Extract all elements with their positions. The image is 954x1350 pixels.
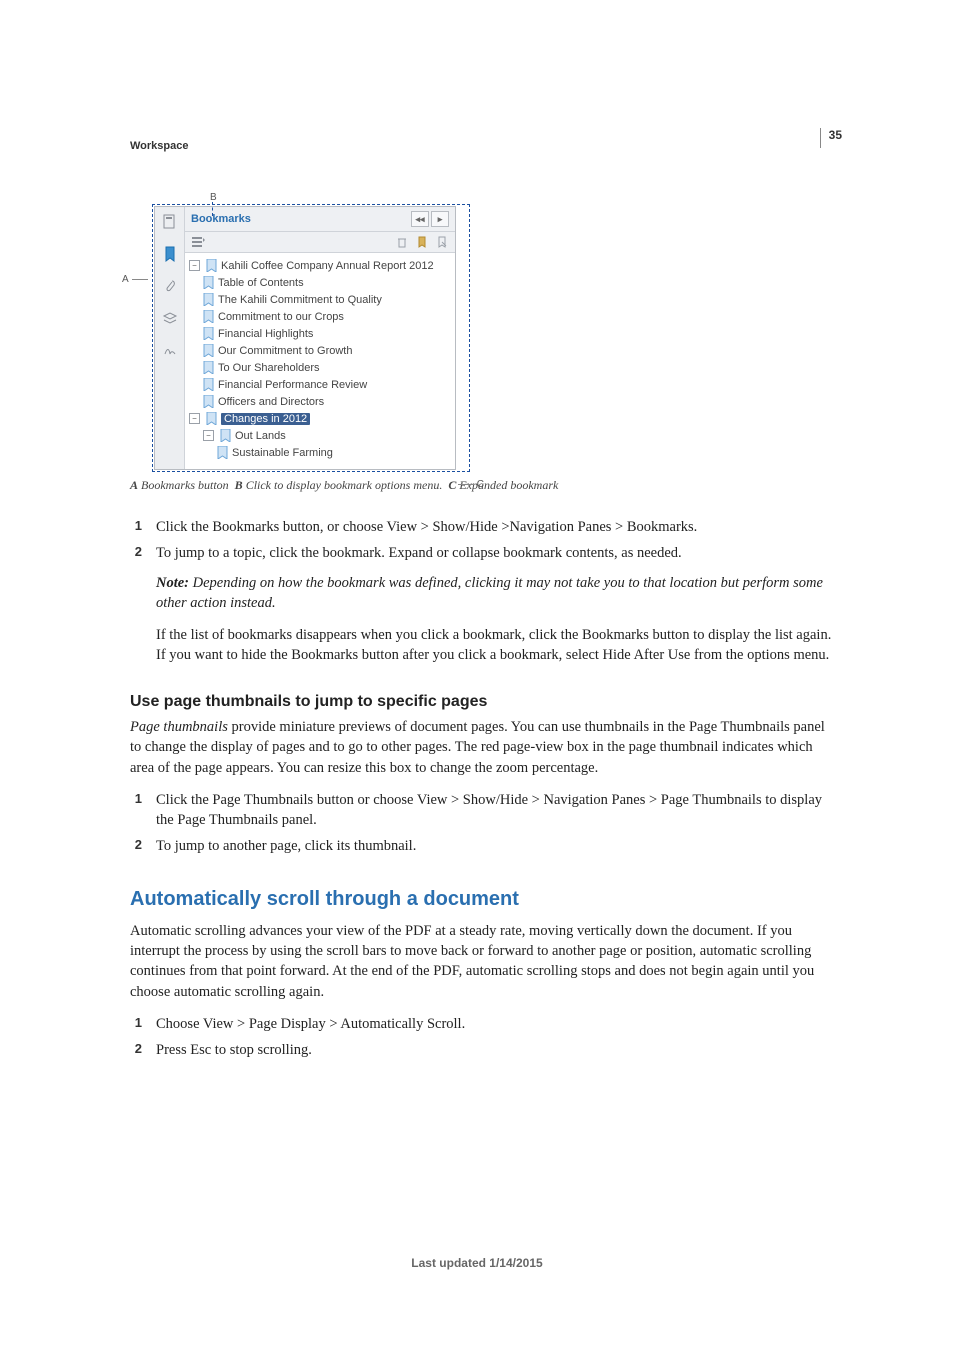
page-thumbnails-icon[interactable] xyxy=(161,213,179,231)
note-label: Note: xyxy=(156,575,189,591)
heading-autoscroll: Automatically scroll through a document xyxy=(130,888,834,911)
options-menu-icon[interactable] xyxy=(191,235,205,249)
step-text: Press Esc to stop scrolling. xyxy=(156,1040,312,1060)
step-number: 1 xyxy=(130,517,142,537)
collapse-button[interactable]: ◂◂ xyxy=(411,211,429,227)
bookmark-selected[interactable]: Changes in 2012 xyxy=(221,413,310,425)
bookmarks-figure: A B C xyxy=(130,204,470,472)
callout-c: C xyxy=(477,479,484,490)
step-number: 2 xyxy=(130,1040,142,1060)
page-number: 35 xyxy=(820,128,842,148)
step-text: To jump to another page, click its thumb… xyxy=(156,836,416,856)
step-text: Choose View > Page Display > Automatical… xyxy=(156,1014,465,1034)
note-text: Depending on how the bookmark was define… xyxy=(156,575,823,611)
expand-button[interactable]: ▸ xyxy=(431,211,449,227)
bookmark-root[interactable]: Kahili Coffee Company Annual Report 2012 xyxy=(221,260,434,272)
bookmark-node-icon xyxy=(203,378,214,391)
new-bookmark-icon[interactable] xyxy=(415,235,429,249)
steps-thumbnails: 1 Click the Page Thumbnails button or cho… xyxy=(130,790,834,856)
panel-title: Bookmarks xyxy=(191,213,251,225)
step-number: 1 xyxy=(130,1014,142,1034)
collapse-icon[interactable]: − xyxy=(189,260,200,271)
bookmark-item[interactable]: Our Commitment to Growth xyxy=(218,345,352,357)
body-paragraph: Page thumbnails provide miniature previe… xyxy=(130,717,834,778)
term-page-thumbnails: Page thumbnails xyxy=(130,719,228,735)
step-number: 2 xyxy=(130,543,142,563)
steps-bookmarks: 1 Click the Bookmarks button, or choose V… xyxy=(130,517,834,563)
bookmark-tree: − Kahili Coffee Company Annual Report 20… xyxy=(185,253,455,469)
step-text: Click the Bookmarks button, or choose Vi… xyxy=(156,517,697,537)
bookmark-item[interactable]: The Kahili Commitment to Quality xyxy=(218,294,382,306)
note: Note: Depending on how the bookmark was … xyxy=(156,573,834,613)
bookmark-item[interactable]: Out Lands xyxy=(235,430,286,442)
signatures-icon[interactable] xyxy=(161,341,179,359)
bookmark-item[interactable]: Officers and Directors xyxy=(218,396,324,408)
bookmark-node-icon xyxy=(203,293,214,306)
step-number: 2 xyxy=(130,836,142,856)
bookmark-item[interactable]: Financial Performance Review xyxy=(218,379,367,391)
bookmark-node-icon xyxy=(203,361,214,374)
steps-autoscroll: 1 Choose View > Page Display > Automatica… xyxy=(130,1014,834,1060)
collapse-icon[interactable]: − xyxy=(203,430,214,441)
bookmark-item[interactable]: Table of Contents xyxy=(218,277,304,289)
callout-b: B xyxy=(210,192,217,203)
bookmark-node-icon xyxy=(217,446,228,459)
body-paragraph: If the list of bookmarks disappears when… xyxy=(156,625,834,665)
callout-a: A xyxy=(122,274,129,285)
step-text: Click the Page Thumbnails button or choo… xyxy=(156,790,834,830)
bookmark-node-icon xyxy=(203,310,214,323)
footer-updated: Last updated 1/14/2015 xyxy=(0,1256,954,1270)
subhead-thumbnails: Use page thumbnails to jump to specific … xyxy=(130,693,834,711)
bookmark-node-icon xyxy=(220,429,231,442)
bookmark-node-icon xyxy=(203,327,214,340)
bookmark-node-icon xyxy=(206,412,217,425)
bookmark-node-icon xyxy=(203,276,214,289)
bookmark-item[interactable]: To Our Shareholders xyxy=(218,362,320,374)
delete-bookmark-icon[interactable] xyxy=(395,235,409,249)
bookmark-item[interactable]: Sustainable Farming xyxy=(232,447,333,459)
nav-rail xyxy=(155,207,185,469)
step-number: 1 xyxy=(130,790,142,830)
body-paragraph: Automatic scrolling advances your view o… xyxy=(130,921,834,1002)
bookmark-node-icon xyxy=(203,395,214,408)
attachments-icon[interactable] xyxy=(161,277,179,295)
bookmark-item[interactable]: Financial Highlights xyxy=(218,328,313,340)
bookmarks-panel: Bookmarks ◂◂ ▸ xyxy=(154,206,456,470)
bookmarks-icon[interactable] xyxy=(161,245,179,263)
section-label: Workspace xyxy=(130,140,834,152)
layers-icon[interactable] xyxy=(161,309,179,327)
collapse-icon[interactable]: − xyxy=(189,413,200,424)
find-bookmark-icon[interactable] xyxy=(435,235,449,249)
bookmark-node-icon xyxy=(206,259,217,272)
bookmark-node-icon xyxy=(203,344,214,357)
bookmark-item[interactable]: Commitment to our Crops xyxy=(218,311,344,323)
step-text: To jump to a topic, click the bookmark. … xyxy=(156,543,682,563)
